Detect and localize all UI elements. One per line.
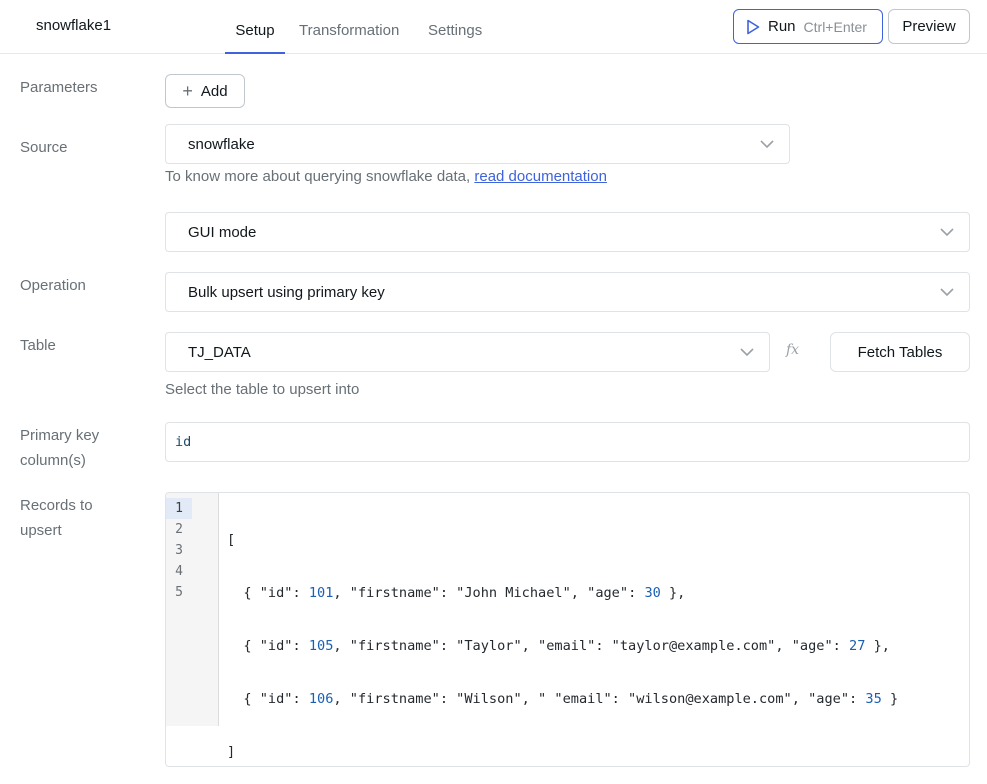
query-header: snowflake1 Setup Transformation Settings… bbox=[0, 0, 987, 54]
code-line: { "id": 106, "firstname": "Wilson", " "e… bbox=[227, 691, 899, 707]
fetch-tables-button[interactable]: Fetch Tables bbox=[830, 332, 970, 372]
table-value: TJ_DATA bbox=[188, 343, 251, 361]
source-helper-text: To know more about querying snowflake da… bbox=[165, 168, 475, 185]
code-line: { "id": 101, "firstname": "John Michael"… bbox=[227, 585, 686, 601]
line-number: 1 bbox=[166, 498, 192, 519]
source-label: Source bbox=[20, 139, 68, 156]
table-helper: Select the table to upsert into bbox=[165, 381, 360, 398]
source-value: snowflake bbox=[188, 135, 255, 153]
mode-value: GUI mode bbox=[188, 223, 257, 241]
primary-key-input[interactable]: id bbox=[165, 422, 970, 462]
plus-icon: + bbox=[182, 81, 193, 101]
line-number: 3 bbox=[175, 543, 183, 558]
records-label: Records to upsert bbox=[20, 493, 93, 543]
run-shortcut: Ctrl+Enter bbox=[803, 18, 867, 35]
chevron-down-icon bbox=[940, 228, 954, 237]
primary-key-label-line2: column(s) bbox=[20, 452, 86, 469]
line-number: 4 bbox=[175, 564, 183, 579]
records-label-line2: upsert bbox=[20, 522, 62, 539]
records-code-editor[interactable]: 1 2 3 4 5 [ { "id": 101, "firstname": "J… bbox=[165, 492, 970, 767]
play-icon bbox=[746, 19, 762, 35]
line-number: 2 bbox=[175, 522, 183, 537]
add-parameter-button[interactable]: + Add bbox=[165, 74, 245, 108]
chevron-down-icon bbox=[760, 140, 774, 149]
source-select[interactable]: snowflake bbox=[165, 124, 790, 164]
tab-settings[interactable]: Settings bbox=[428, 22, 482, 54]
chevron-down-icon bbox=[940, 288, 954, 297]
table-label: Table bbox=[20, 337, 56, 354]
tab-transformation[interactable]: Transformation bbox=[299, 22, 399, 54]
line-number: 5 bbox=[175, 585, 183, 600]
line-number-gutter: 1 2 3 4 5 bbox=[166, 493, 219, 726]
code-content[interactable]: [ { "id": 101, "firstname": "John Michae… bbox=[227, 498, 899, 766]
parameters-label: Parameters bbox=[20, 79, 98, 96]
query-name[interactable]: snowflake1 bbox=[36, 17, 111, 34]
source-helper: To know more about querying snowflake da… bbox=[165, 168, 607, 185]
tab-setup[interactable]: Setup bbox=[225, 22, 285, 54]
code-line: [ bbox=[227, 532, 236, 548]
primary-key-label: Primary key column(s) bbox=[20, 423, 99, 473]
code-line: ] bbox=[227, 744, 236, 760]
records-label-line1: Records to bbox=[20, 497, 93, 514]
operation-value: Bulk upsert using primary key bbox=[188, 283, 385, 301]
code-line: { "id": 105, "firstname": "Taylor", "ema… bbox=[227, 638, 890, 654]
read-documentation-link[interactable]: read documentation bbox=[474, 168, 607, 185]
run-button[interactable]: Run Ctrl+Enter bbox=[733, 9, 883, 44]
operation-label: Operation bbox=[20, 277, 86, 294]
fx-toggle-icon[interactable]: fx bbox=[786, 342, 799, 358]
table-select[interactable]: TJ_DATA bbox=[165, 332, 770, 372]
primary-key-label-line1: Primary key bbox=[20, 427, 100, 444]
chevron-down-icon bbox=[740, 348, 754, 357]
mode-select[interactable]: GUI mode bbox=[165, 212, 970, 252]
preview-button[interactable]: Preview bbox=[888, 9, 970, 44]
operation-select[interactable]: Bulk upsert using primary key bbox=[165, 272, 970, 312]
run-label: Run bbox=[768, 18, 796, 35]
add-label: Add bbox=[200, 82, 228, 100]
